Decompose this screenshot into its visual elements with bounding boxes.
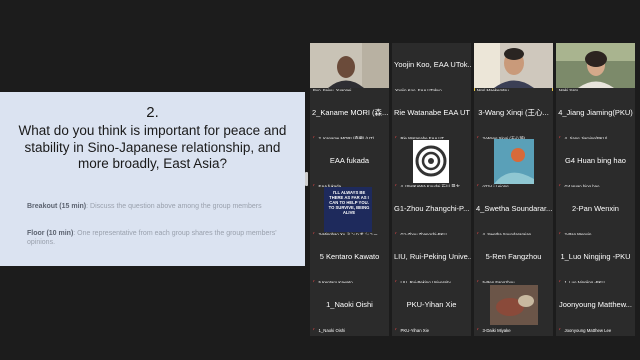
participant-name-label: ∕ Joonyoung Matthew Lee [559,328,633,333]
participant-display-name: 4_Jiang Jiaming(PKU) [558,108,633,117]
slide-number: 2. [146,104,159,121]
participant-tile[interactable]: 3-Wang Xinqi (王心...∕3-Wang Xinqi (王心琦) [474,91,553,144]
participant-display-name: 1_Luo Ningjing -PKU [560,252,631,261]
breakout-label: Breakout (15 min) [27,203,87,210]
participant-display-name: 5 Kentaro Kawato [319,252,380,261]
participant-tile[interactable]: 2-Pan Wenxin∕2-Pan Wenxin [556,187,635,240]
participant-tile[interactable]: I'LL ALWAYS BE THERE AS FAR AS I CAN TO … [310,187,389,240]
participant-label-text: 3-Daiki Miyake [482,328,511,333]
participant-tile[interactable]: Bun, Feiyu, Yuanpei [310,43,389,96]
participant-tile[interactable]: G4 Huan bing hao∕G4 Huan bing hao [556,139,635,192]
participant-display-name: 5-Ren Fangzhou [485,252,542,261]
participant-label-text: 1_Naoki Oishi [318,328,346,333]
participant-tile[interactable]: 2_Kaname MORI (森...∕2_Kaname MORI (森要) (… [310,91,389,144]
participant-tile[interactable]: 5 Kentaro Kawato∕5 Kentaro Kawato [310,235,389,288]
participant-tile[interactable]: 4_Jiang Jiaming(PKU)∕4_Jiang Jiaming(PKU… [556,91,635,144]
participant-display-name: Joonyoung Matthew... [559,300,632,309]
breakout-instruction: Breakout (15 min): Discuss the question … [27,202,289,211]
participant-tile[interactable]: LIU, Rui-Peking Unive...∕LIU, Rui-Peking… [392,235,471,288]
slide-title: 2. What do you think is important for pe… [0,104,305,173]
muted-mic-icon: ∕ [395,328,396,333]
participant-tile[interactable]: 1_Naoki Oishi ∕ 1_Naoki Oishi [310,283,389,336]
participant-tile[interactable]: Yoojin Koo, EAA UTok...Yoojin Koo, EAA U… [392,43,471,96]
participant-tile[interactable]: ∕4_ISHIKAWA Koudai 石川 晃大 [392,139,471,192]
participant-name-label: ∕ 1_Naoki Oishi [313,328,387,333]
participant-name-label: ∕ 3-Daiki Miyake [477,328,551,333]
shared-screen-slide: 2. What do you think is important for pe… [0,92,305,266]
participant-tile[interactable]: 1_Luo Ningjing -PKU∕1_Luo Ningjing -PKU [556,235,635,288]
participant-display-name: 1_Naoki Oishi [326,300,373,309]
participant-display-name: G4 Huan bing hao [565,156,626,165]
participant-tile[interactable]: PKU-Yihan Xie ∕ PKU-Yihan Xie [392,283,471,336]
participant-tile[interactable]: Joonyoung Matthew... ∕ Joonyoung Matthew L… [556,283,635,336]
participant-gallery: Bun, Feiyu, YuanpeiYoojin Koo, EAA UTok.… [310,43,640,336]
participant-tile[interactable]: ∕g23-Li Leiong [474,139,553,192]
participant-tile[interactable]: EAA fukada∕EAA fukada [310,139,389,192]
participant-display-name: Rie Watanabe EAA UT [394,108,471,117]
slide-question: What do you think is important for peace… [18,123,287,171]
floor-label: Floor (10 min) [27,230,74,237]
participant-label-text: PKU-Yihan Xie [400,328,430,333]
muted-mic-icon: ∕ [477,328,478,333]
participant-display-name: G1-Zhou Zhangchi-P... [394,204,470,213]
participant-tile[interactable]: 5-Ren Fangzhou∕5-Ren Fangzhou [474,235,553,288]
split-view-divider-handle[interactable] [305,172,308,186]
floor-instruction: Floor (10 min): One representative from … [27,229,289,247]
participant-label-text: Joonyoung Matthew Lee [564,328,612,333]
participant-tile[interactable]: 4_Swetha Soundarar...∕4_Swetha Soundarar… [474,187,553,240]
participant-display-name: EAA fukada [329,156,370,165]
muted-mic-icon: ∕ [313,328,314,333]
participant-display-name: 2-Pan Wenxin [572,204,619,213]
participant-tile[interactable]: Maki Sato [556,43,635,96]
participant-display-name: LIU, Rui-Peking Unive... [394,252,471,261]
participant-tile[interactable]: Rie Watanabe EAA UT∕Rie Watanabe EAA UT [392,91,471,144]
participant-name-label: ∕ PKU-Yihan Xie [395,328,469,333]
participant-tile[interactable]: Mori Maekemtsu [474,43,553,96]
participant-display-name: PKU-Yihan Xie [406,300,457,309]
participant-display-name: 4_Swetha Soundarar... [476,204,553,213]
participant-display-name: Yoojin Koo, EAA UTok... [394,60,471,69]
muted-mic-icon: ∕ [559,328,560,333]
breakout-text: : Discuss the question above among the g… [86,203,262,210]
participant-display-name: 3-Wang Xinqi (王心... [478,108,549,117]
video-overlay-text: I'LL ALWAYS BE THERE AS FAR AS I CAN TO … [328,190,370,215]
participant-tile[interactable]: ∕ 3-Daiki Miyake [474,283,553,336]
participant-tile[interactable]: G1-Zhou Zhangchi-P...∕G1-Zhou Zhangchi-P… [392,187,471,240]
participant-display-name: 2_Kaname MORI (森... [312,108,389,117]
